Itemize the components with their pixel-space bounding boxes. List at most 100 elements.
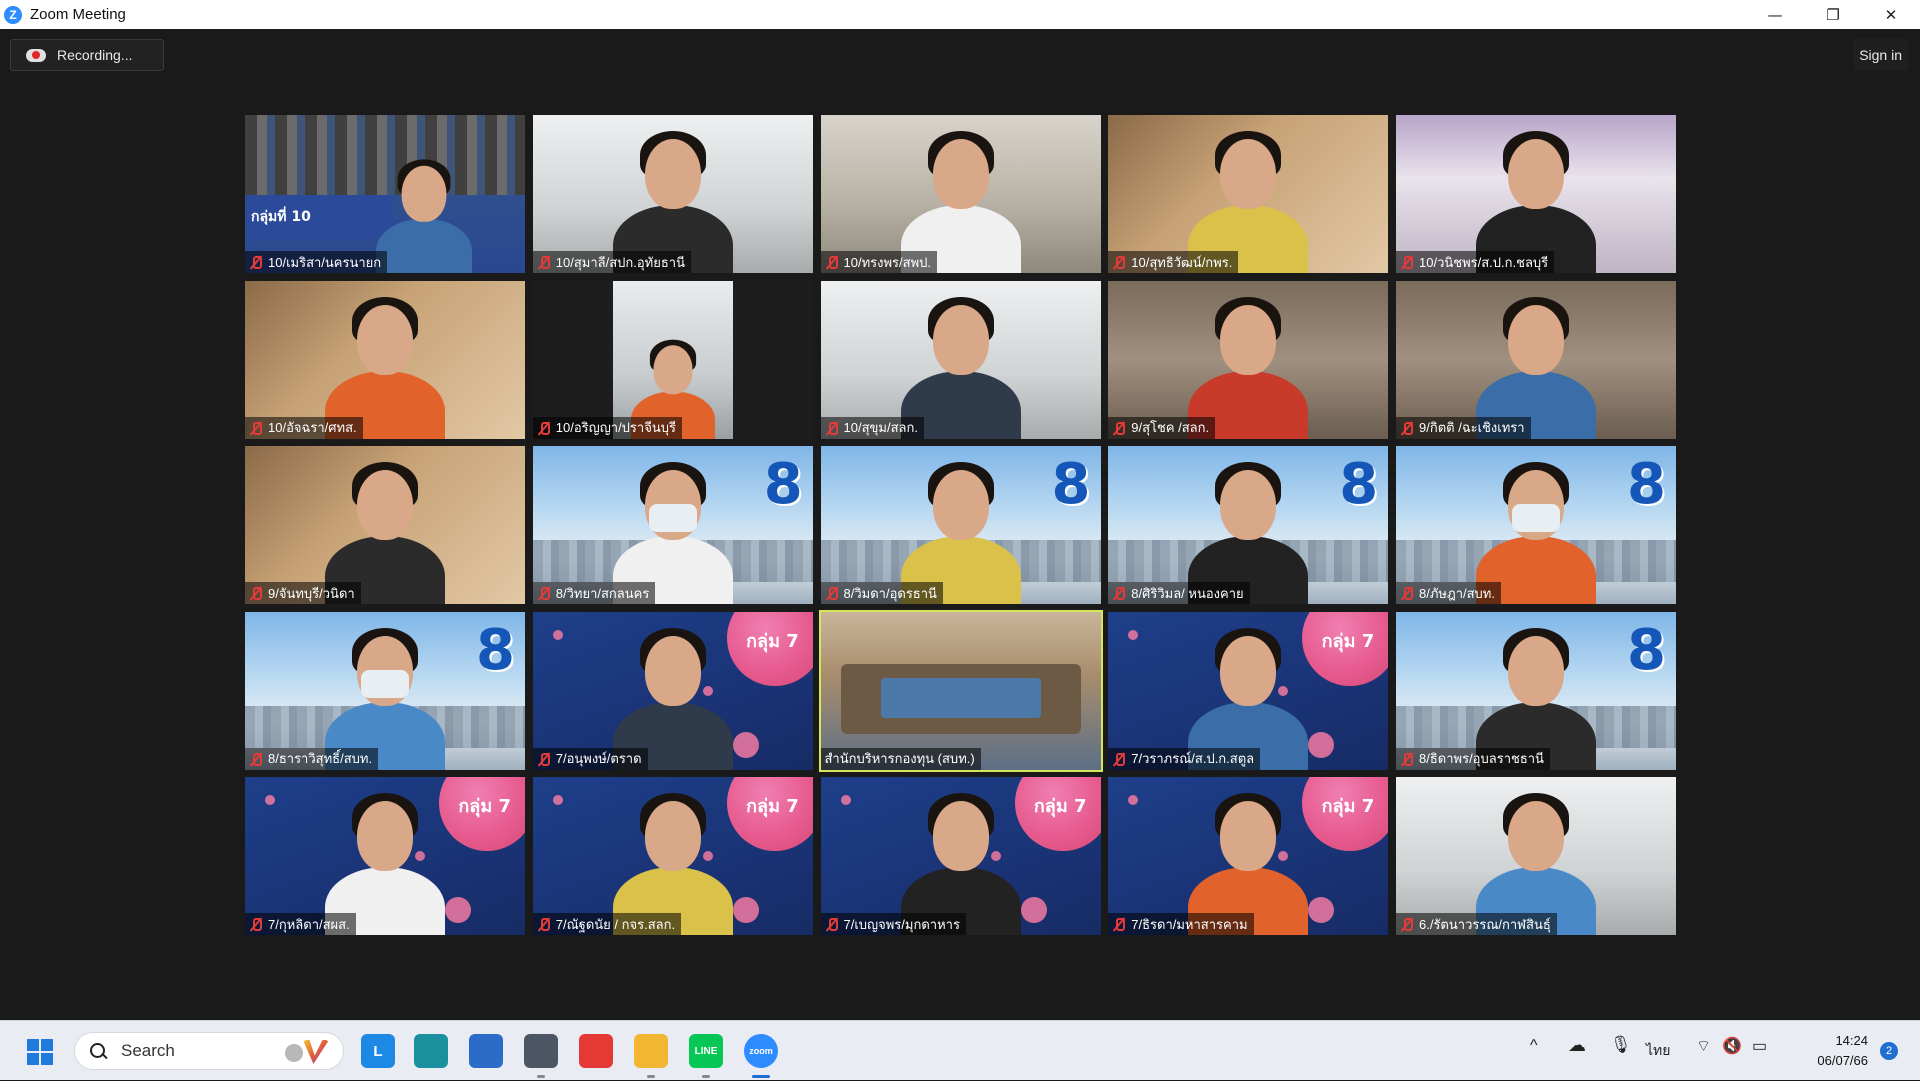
notification-badge[interactable]: 2 <box>1880 1042 1898 1060</box>
sign-in-button[interactable]: Sign in <box>1853 39 1908 71</box>
participant-name: 8/วิทยา/สกลนคร <box>555 585 650 601</box>
participant-nameplate: 10/สุทธิวัฒน์/กพร. <box>1108 251 1239 273</box>
l-app-icon[interactable]: L <box>361 1034 395 1068</box>
system-tray: ^ ☁ 🎙 ไทย ⌔ 🔇 ▭ 14:24 06/07/66 2 <box>1500 1021 1920 1081</box>
participant-nameplate: 10/อัจฉรา/ศทส. <box>245 416 363 439</box>
running-app-indicator <box>752 1075 770 1078</box>
clock-time: 14:24 <box>1835 1033 1868 1048</box>
decorative-dot <box>840 795 851 805</box>
decorative-dot <box>1128 629 1139 640</box>
participant-nameplate: 7/เบญจพร/มุกดาหาร <box>820 913 966 935</box>
participant-tile[interactable]: 8 8/วิมดา/อุดรธานี <box>820 446 1101 604</box>
participant-name: 8/ธิดาพร/อุบลราชธานี <box>1419 751 1544 766</box>
muted-microphone-icon <box>537 917 551 931</box>
participant-tile[interactable]: 10/อริญญา/ปราจีนบุรี <box>532 280 813 439</box>
group-7-label: กลุ่ม 7 <box>1033 796 1087 817</box>
participant-nameplate: 8/ภัษฎา/สบท. <box>1396 582 1501 604</box>
participant-nameplate: 10/อริญญา/ปราจีนบุรี <box>532 416 682 439</box>
onedrive-cloud-icon[interactable]: ☁ <box>1568 1035 1586 1056</box>
muted-microphone-icon <box>537 421 551 435</box>
participant-name: 7/อนุพงษ์/ตราด <box>555 751 642 766</box>
calculator-icon[interactable] <box>524 1034 558 1068</box>
participant-nameplate: 10/วนิชพร/ส.ป.ก.ชลบุรี <box>1396 251 1555 273</box>
participant-tile[interactable]: สำนักบริหารกองทุน (สบท.) <box>818 609 1103 772</box>
start-button[interactable] <box>27 1039 53 1065</box>
windows-logo-icon <box>27 1039 39 1051</box>
muted-microphone-icon <box>1400 421 1414 435</box>
recording-indicator[interactable]: Recording... <box>10 39 164 71</box>
volume-muted-icon[interactable]: 🔇 <box>1722 1036 1742 1056</box>
participant-tile[interactable]: 9/กิตติ /ฉะเชิงเทรา <box>1396 280 1676 439</box>
line-icon[interactable]: LINE <box>689 1034 723 1068</box>
participant-nameplate: 10/สุขุม/สลก. <box>820 416 924 439</box>
minimize-button[interactable]: — <box>1746 0 1804 29</box>
participant-name: 7/กุหลิดา/สผส. <box>268 916 350 932</box>
participant-tile[interactable]: 8 8/ธาราวิสุทธิ์/สบท. <box>245 611 525 770</box>
participant-tile[interactable]: 8 8/ภัษฎา/สบท. <box>1396 446 1676 604</box>
store-icon[interactable] <box>469 1034 503 1068</box>
zoom-icon[interactable]: zoom <box>744 1034 778 1068</box>
participant-tile[interactable]: 8 8/ธิดาพร/อุบลราชธานี <box>1396 611 1676 770</box>
participant-tile[interactable]: 10/อัจฉรา/ศทส. <box>245 280 525 439</box>
file-explorer-icon[interactable] <box>634 1034 668 1068</box>
clock[interactable]: 14:24 06/07/66 <box>1817 1031 1868 1071</box>
decorative-dot <box>1020 897 1047 923</box>
participant-tile[interactable]: 9/จันทบุรี/วนิดา <box>245 446 525 604</box>
participant-nameplate: 9/จันทบุรี/วนิดา <box>245 582 361 604</box>
participant-tile[interactable]: 10/ทรงพร/สพป. <box>820 115 1101 273</box>
participant-tile[interactable]: 6./รัตนาวรรณ/กาฬสินธุ์ <box>1396 777 1676 935</box>
participant-name: 7/วราภรณ์/ส.ป.ก.สตูล <box>1131 751 1255 766</box>
meeting-area: Recording... Sign in กลุ่มที่ 10 10/เมริส… <box>0 29 1920 1020</box>
participant-name: 7/ธิรดา/มหาสารคาม <box>1131 916 1248 932</box>
group-7-label: กลุ่ม 7 <box>458 796 511 817</box>
decorative-dot <box>732 897 759 923</box>
participant-tile[interactable]: 10/สุขุม/สลก. <box>820 280 1101 439</box>
participant-tile[interactable]: กลุ่ม 7 7/ธิรดา/มหาสารคาม <box>1108 777 1389 935</box>
participant-tile[interactable]: 8 8/วิทยา/สกลนคร <box>532 446 813 604</box>
muted-microphone-icon <box>1112 421 1126 435</box>
close-button[interactable]: ✕ <box>1862 0 1920 29</box>
participant-nameplate: 7/ณัฐดนัย / กจร.สลก. <box>532 913 682 935</box>
muted-microphone-icon <box>1112 752 1126 766</box>
wifi-icon[interactable]: ⌔ <box>1696 1036 1711 1056</box>
muted-microphone-icon <box>825 421 839 435</box>
participant-tile[interactable]: 10/สุมาลี/สปก.อุทัยธานี <box>532 115 813 273</box>
participant-tile[interactable]: กลุ่ม 7 7/อนุพงษ์/ตราด <box>532 611 813 770</box>
participant-name: 8/ธาราวิสุทธิ์/สบท. <box>268 751 373 766</box>
participant-nameplate: 10/ทรงพร/สพป. <box>820 251 938 273</box>
muted-microphone-icon <box>249 917 263 931</box>
muted-microphone-icon <box>1400 255 1414 269</box>
portrait-video-feed <box>612 280 733 439</box>
chrome-icon[interactable] <box>579 1034 613 1068</box>
participant-nameplate: 8/ศิริวิมล/ หนองคาย <box>1108 582 1250 604</box>
search-placeholder: Search <box>121 1041 175 1060</box>
participant-tile[interactable]: กลุ่ม 7 7/วราภรณ์/ส.ป.ก.สตูล <box>1108 611 1389 770</box>
microphone-icon[interactable]: 🎙 <box>1610 1035 1632 1055</box>
participant-tile[interactable]: กลุ่ม 7 7/กุหลิดา/สผส. <box>245 777 525 935</box>
participant-tile[interactable]: กลุ่ม 7 7/เบญจพร/มุกดาหาร <box>820 777 1101 935</box>
participant-name: 7/ณัฐดนัย / กจร.สลก. <box>555 916 676 932</box>
group-7-label: กลุ่ม 7 <box>1321 630 1375 652</box>
group-7-label: กลุ่ม 7 <box>746 796 799 817</box>
taskbar-search[interactable]: Search <box>74 1032 344 1070</box>
participant-name: 10/ทรงพร/สพป. <box>843 254 932 270</box>
restore-button[interactable]: ❐ <box>1804 0 1862 29</box>
participant-name: 10/สุทธิวัฒน์/กพร. <box>1131 254 1233 270</box>
participant-tile[interactable]: กลุ่ม 7 7/ณัฐดนัย / กจร.สลก. <box>532 777 813 935</box>
edge-icon[interactable] <box>414 1034 448 1068</box>
battery-icon[interactable]: ▭ <box>1752 1036 1767 1056</box>
input-language[interactable]: ไทย <box>1646 1040 1670 1062</box>
group-8-badge: 8 <box>1051 452 1091 517</box>
participant-tile[interactable]: 10/วนิชพร/ส.ป.ก.ชลบุรี <box>1396 115 1676 273</box>
participant-tile[interactable]: 8 8/ศิริวิมล/ หนองคาย <box>1108 446 1389 604</box>
muted-microphone-icon <box>249 255 263 269</box>
muted-microphone-icon <box>1112 917 1126 931</box>
search-highlight-icon <box>285 1038 335 1066</box>
show-hidden-icons-chevron[interactable]: ^ <box>1530 1037 1538 1055</box>
participant-nameplate: สำนักบริหารกองทุน (สบท.) <box>820 747 981 770</box>
participant-tile[interactable]: 9/สุโชค /สลก. <box>1108 280 1389 439</box>
participant-name: 10/สุมาลี/สปก.อุทัยธานี <box>555 254 685 270</box>
participant-tile[interactable]: กลุ่มที่ 10 10/เมริสา/นครนายก <box>245 115 525 273</box>
conference-table-center <box>880 677 1041 718</box>
participant-tile[interactable]: 10/สุทธิวัฒน์/กพร. <box>1108 115 1389 273</box>
